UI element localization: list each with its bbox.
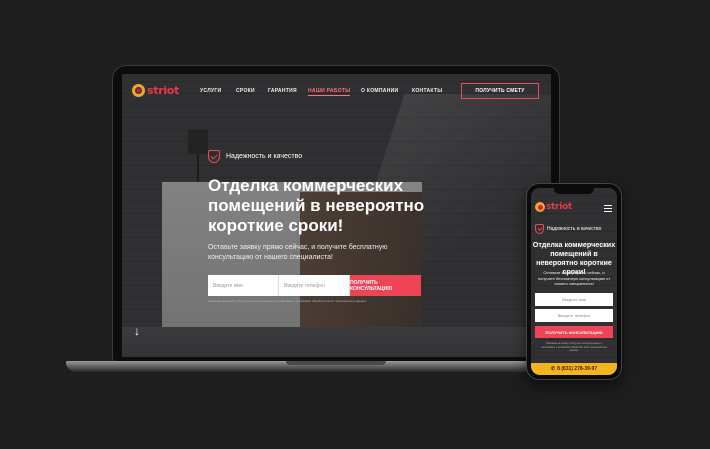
nav-item-services[interactable]: УСЛУГИ <box>200 88 221 94</box>
laptop-notch <box>286 361 386 365</box>
hero-title: Отделка коммерческих помещений в невероя… <box>208 176 425 235</box>
privacy-note: Нажимая на кнопку «Получить консультацию… <box>208 299 367 303</box>
mobile-get-consultation-button[interactable]: ПОЛУЧИТЬ КОНСУЛЬТАЦИЮ <box>535 326 613 338</box>
mobile-privacy-note: Нажимая на кнопку «Получить консультацию… <box>541 342 607 352</box>
nav-item-guarantee[interactable]: ГАРАНТИЯ <box>268 88 297 94</box>
nav-item-terms[interactable]: СРОКИ <box>236 88 255 94</box>
logo[interactable]: striot <box>132 84 179 97</box>
hero-subtitle: Оставьте заявку прямо сейчас, и получите… <box>208 244 388 261</box>
shield-check-icon <box>535 224 544 234</box>
hamburger-menu-icon[interactable] <box>604 205 612 214</box>
mobile-phone-input[interactable]: Введите телефон <box>535 309 613 322</box>
site-header: striot УСЛУГИ СРОКИ ГАРАНТИЯ НАШИ РАБОТЫ… <box>122 74 551 108</box>
mobile-tagline: Надежность и качество <box>535 224 601 234</box>
phone-screen: striot Надежность и качество Отделка ком… <box>531 188 617 375</box>
nav-item-contacts[interactable]: КОНТАКТЫ <box>412 88 442 94</box>
phone-input[interactable]: Введите телефон <box>279 275 350 296</box>
mobile-hero-subtitle: Оставьте заявку прямо сейчас, и получите… <box>537 270 611 286</box>
phone-icon: ✆ <box>550 366 556 372</box>
logo-text: striot <box>147 84 180 97</box>
tagline: Надежность и качество <box>208 150 302 163</box>
nav-item-our-works[interactable]: НАШИ РАБОТЫ <box>308 88 351 96</box>
mobile-tagline-text: Надежность и качество <box>547 226 602 232</box>
logo-mark-icon <box>535 202 545 212</box>
mobile-logo[interactable]: striot <box>535 202 572 212</box>
nav-item-about[interactable]: О КОМПАНИИ <box>361 88 398 94</box>
consultation-form: Введите имя Введите телефон ПОЛУЧИТЬ КОН… <box>208 275 421 296</box>
tagline-text: Надежность и качество <box>226 153 303 160</box>
name-input[interactable]: Введите имя <box>208 275 279 296</box>
arrow-down-icon[interactable]: ↓ <box>134 324 140 338</box>
mobile-logo-text: striot <box>546 202 572 212</box>
laptop-screen: striot УСЛУГИ СРОКИ ГАРАНТИЯ НАШИ РАБОТЫ… <box>122 74 551 357</box>
logo-mark-icon <box>132 84 145 97</box>
phone-call-bar[interactable]: ✆ 8 (831) 278-39-97 <box>531 363 617 375</box>
get-consultation-button[interactable]: ПОЛУЧИТЬ КОНСУЛЬТАЦИЮ <box>350 275 421 296</box>
phone-notch <box>554 188 594 194</box>
phone-number: 8 (831) 278-39-97 <box>557 366 598 372</box>
get-estimate-button[interactable]: ПОЛУЧИТЬ СМЕТУ <box>461 83 539 99</box>
mobile-name-input[interactable]: Введите имя <box>535 293 613 306</box>
shield-check-icon <box>208 150 220 163</box>
